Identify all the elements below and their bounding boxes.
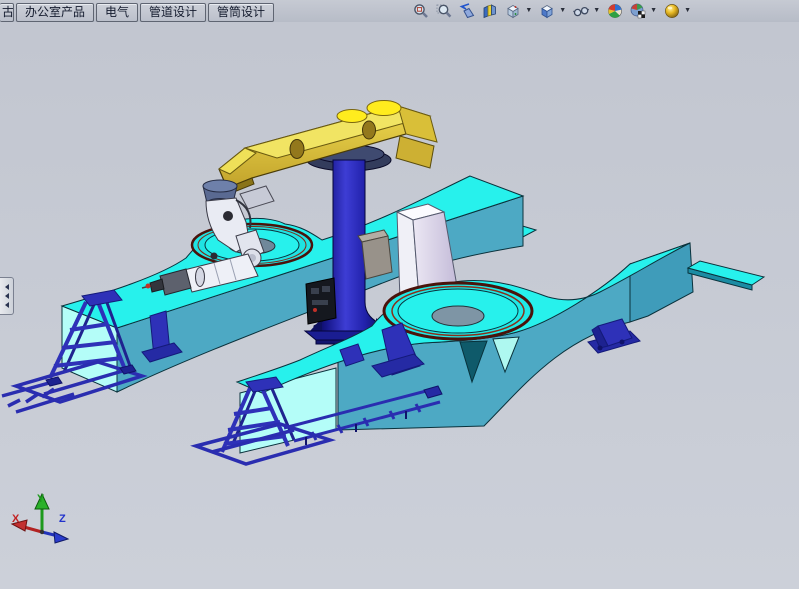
command-manager-toolbar: 古 办公室产品 电气 管道设计 管筒设计 xyxy=(0,0,799,23)
torch-tip xyxy=(146,284,151,289)
robot-boom[interactable] xyxy=(219,101,437,195)
view-orientation-icon[interactable] xyxy=(502,1,523,21)
solidworks-window: 古 办公室产品 电气 管道设计 管筒设计 xyxy=(0,0,799,589)
hide-show-items-icon[interactable] xyxy=(570,1,591,21)
triad-z-label: Z xyxy=(59,513,66,525)
edit-appearance-dropdown[interactable]: ▼ xyxy=(684,1,691,21)
collapse-arrow-icon xyxy=(5,302,9,308)
view-settings-dropdown[interactable]: ▼ xyxy=(650,1,657,21)
orientation-triad: X Y Z xyxy=(12,493,68,543)
graphics-area: X Y Z xyxy=(0,22,799,589)
model-viewport-canvas[interactable]: X Y Z xyxy=(0,22,799,589)
tab-partial[interactable]: 古 xyxy=(0,3,14,22)
section-view-icon[interactable] xyxy=(479,1,500,21)
collapse-arrow-icon xyxy=(5,284,9,290)
feature-panel-collapse-handle[interactable] xyxy=(0,277,14,315)
tab-electrical[interactable]: 电气 xyxy=(96,3,138,22)
boom-top-boss[interactable] xyxy=(337,110,367,123)
triad-y-label: Y xyxy=(37,493,45,505)
previous-view-icon[interactable] xyxy=(456,1,477,21)
hide-show-items-dropdown[interactable]: ▼ xyxy=(593,1,600,21)
zoom-to-fit-icon[interactable] xyxy=(410,1,431,21)
zoom-to-area-icon[interactable] xyxy=(433,1,454,21)
display-style-dropdown[interactable]: ▼ xyxy=(559,1,566,21)
tab-tubing-design[interactable]: 管筒设计 xyxy=(208,3,274,22)
apply-scene-icon[interactable] xyxy=(604,1,625,21)
collapse-arrow-icon xyxy=(5,293,9,299)
triad-z-arrow xyxy=(54,532,68,543)
tab-piping-design[interactable]: 管道设计 xyxy=(140,3,206,22)
edit-appearance-icon[interactable] xyxy=(661,1,682,21)
heads-up-view-toolbar: ▼ ▼ ▼ xyxy=(410,1,693,21)
view-settings-icon[interactable] xyxy=(627,1,648,21)
column-control-box[interactable] xyxy=(306,278,336,324)
boom-top-boss[interactable] xyxy=(367,101,401,116)
tab-office-products[interactable]: 办公室产品 xyxy=(16,3,94,22)
view-orientation-dropdown[interactable]: ▼ xyxy=(525,1,532,21)
right-beam-tail-plate[interactable] xyxy=(688,261,764,290)
right-turntable-ring[interactable] xyxy=(384,283,532,339)
command-tabs: 古 办公室产品 电气 管道设计 管筒设计 xyxy=(0,0,275,22)
triad-x-label: X xyxy=(12,513,20,525)
right-ring-center-hole[interactable] xyxy=(432,306,484,326)
display-style-icon[interactable] xyxy=(536,1,557,21)
